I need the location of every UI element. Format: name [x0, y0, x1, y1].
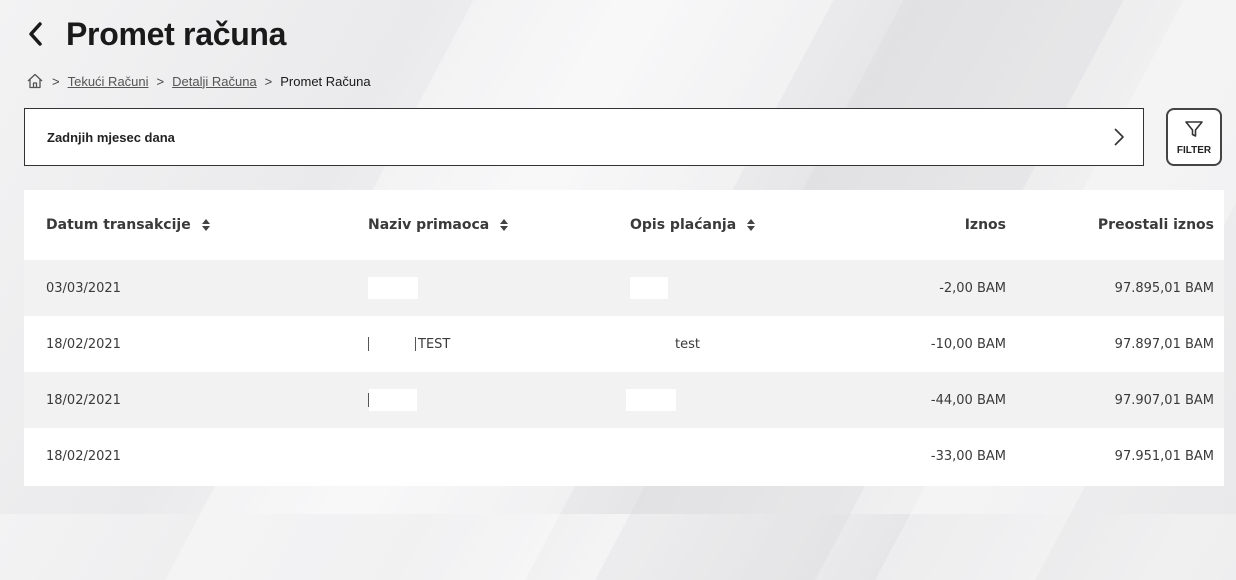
chevron-right-icon: >	[52, 73, 60, 89]
cell-recipient	[368, 372, 417, 428]
breadcrumb-link-detalji-racuna[interactable]: Detalji Računa	[172, 74, 257, 89]
cell-balance: 97.951,01 BAM	[1114, 448, 1214, 464]
cell-balance: 97.907,01 BAM	[1114, 392, 1214, 408]
column-header-datum-transakcije[interactable]: Datum transakcije	[46, 190, 211, 260]
sort-icon[interactable]	[746, 218, 756, 232]
redacted-block	[630, 277, 668, 299]
cell-description	[626, 372, 676, 428]
sort-icon[interactable]	[201, 218, 211, 232]
page-header: Promet računa	[26, 14, 286, 54]
cell-description: test	[675, 336, 700, 352]
table-row[interactable]: 18/02/2021 -33,00 BAM 97.951,01 BAM	[24, 428, 1224, 484]
cell-date: 03/03/2021	[46, 280, 121, 296]
period-label: Zadnjih mjesec dana	[47, 129, 175, 145]
back-arrow-icon[interactable]	[26, 14, 56, 54]
redacted-block	[626, 389, 676, 411]
redacted-edge	[368, 337, 369, 351]
cell-recipient: TEST	[368, 316, 450, 372]
transactions-table: Datum transakcije Naziv primaoca Opis pl…	[24, 190, 1224, 486]
cell-date: 18/02/2021	[46, 392, 121, 408]
filter-button[interactable]: FILTER	[1166, 108, 1222, 166]
page-title: Promet računa	[66, 15, 287, 52]
redacted-block	[369, 389, 417, 411]
cell-balance: 97.895,01 BAM	[1114, 280, 1214, 296]
column-header-naziv-primaoca[interactable]: Naziv primaoca	[368, 190, 509, 260]
cell-amount: -44,00 BAM	[930, 392, 1006, 408]
column-header-label: Naziv primaoca	[368, 217, 490, 233]
filter-button-label: FILTER	[1176, 144, 1212, 156]
table-row[interactable]: 18/02/2021 TEST test -10,00 BAM 97.897,0…	[24, 316, 1224, 372]
breadcrumb: > Tekući Računi > Detalji Računa > Prome…	[26, 72, 371, 90]
filter-funnel-icon	[1184, 119, 1204, 143]
cell-balance: 97.897,01 BAM	[1114, 336, 1214, 352]
chevron-right-icon: >	[156, 73, 165, 89]
cell-date: 18/02/2021	[46, 448, 121, 464]
column-header-label: Opis plaćanja	[630, 217, 737, 233]
chevron-right-icon	[1113, 127, 1125, 147]
chevron-right-icon: >	[264, 73, 273, 89]
cell-amount: -33,00 BAM	[930, 448, 1006, 464]
column-header-iznos: Iznos	[964, 217, 1006, 233]
cell-amount: -2,00 BAM	[939, 280, 1006, 296]
cell-date: 18/02/2021	[46, 336, 121, 352]
table-row[interactable]: 18/02/2021 -44,00 BAM 97.907,01 BAM	[24, 372, 1224, 428]
period-selector[interactable]: Zadnjih mjesec dana	[24, 108, 1144, 166]
cell-recipient-text: TEST	[418, 336, 451, 352]
column-header-label: Datum transakcije	[46, 217, 191, 233]
cell-recipient	[368, 260, 418, 316]
sort-icon[interactable]	[499, 218, 509, 232]
home-icon[interactable]	[26, 72, 44, 90]
column-header-opis-placanja[interactable]: Opis plaćanja	[630, 190, 756, 260]
table-header-row: Datum transakcije Naziv primaoca Opis pl…	[24, 190, 1224, 260]
cell-description	[630, 260, 668, 316]
redacted-block	[368, 277, 418, 299]
breadcrumb-current: Promet Računa	[280, 73, 371, 89]
redacted-edge	[415, 337, 416, 351]
table-row[interactable]: 03/03/2021 -2,00 BAM 97.895,01 BAM	[24, 260, 1224, 316]
cell-amount: -10,00 BAM	[930, 336, 1006, 352]
column-header-preostali-iznos: Preostali iznos	[1097, 217, 1214, 233]
breadcrumb-link-tekuci-racuni[interactable]: Tekući Računi	[68, 74, 149, 89]
